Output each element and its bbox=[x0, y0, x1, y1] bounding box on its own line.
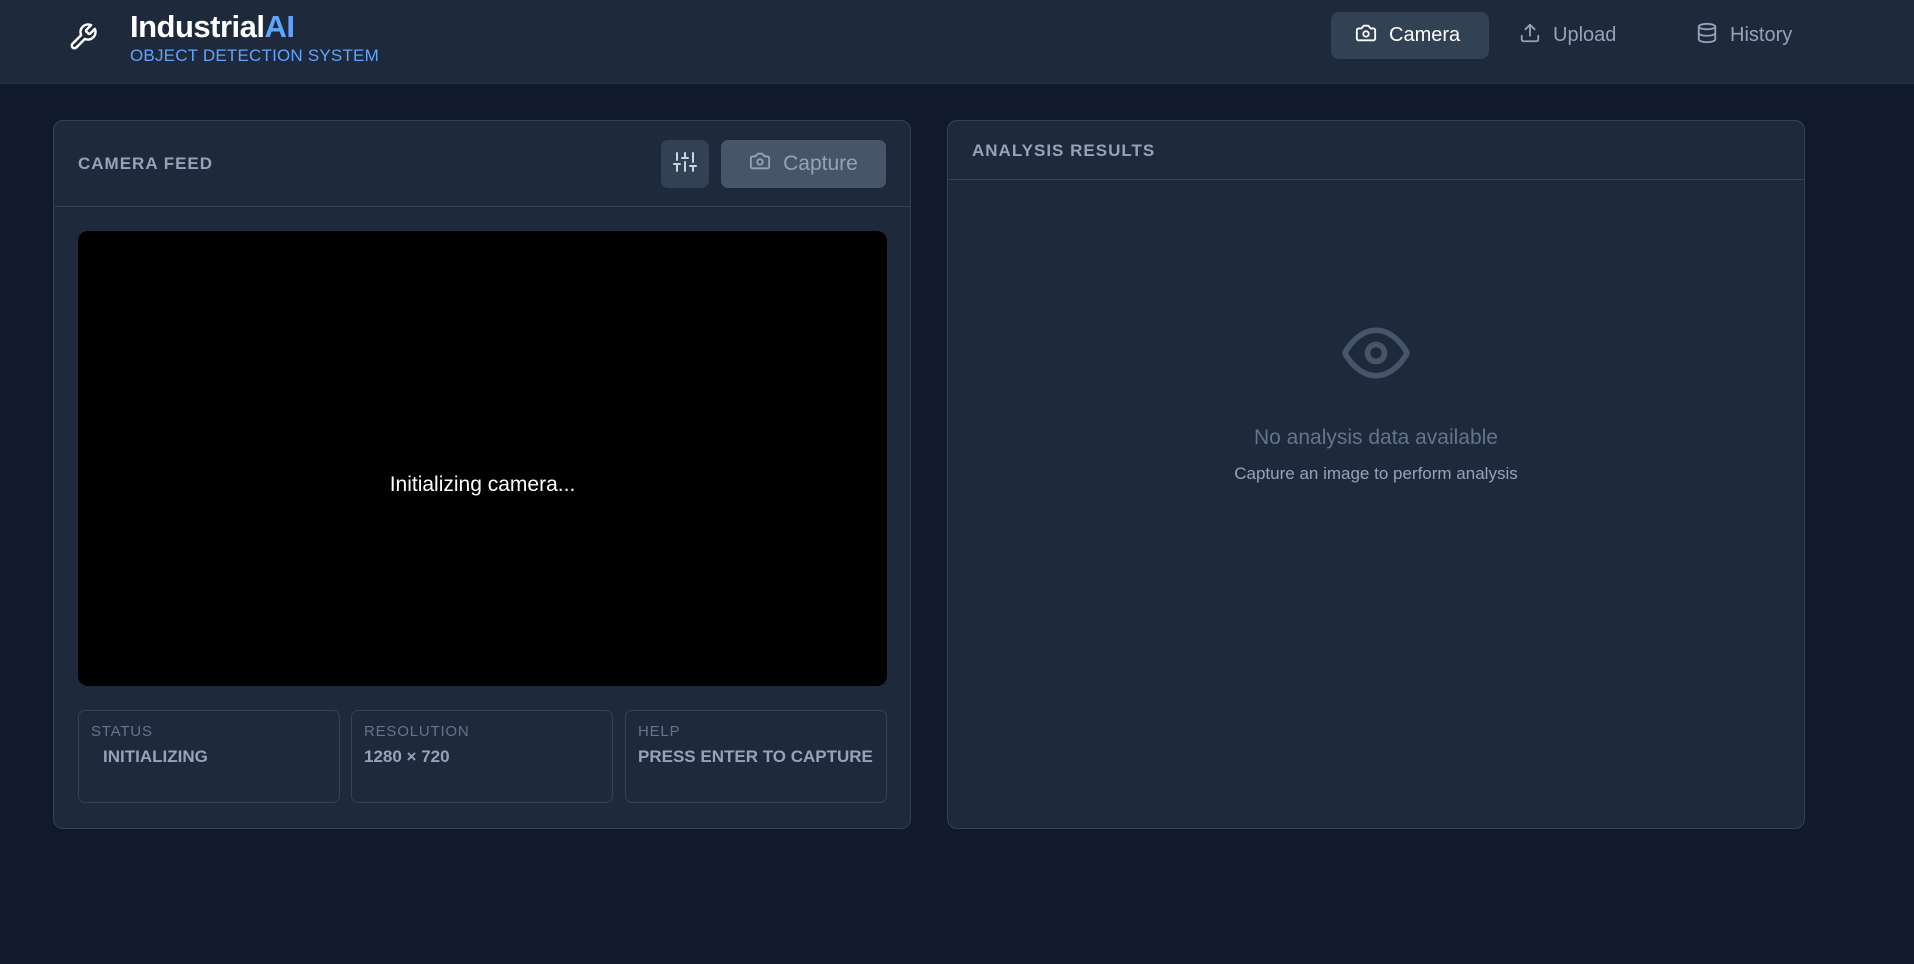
empty-state-subtitle: Capture an image to perform analysis bbox=[1234, 464, 1518, 483]
help-card: HELP PRESS ENTER TO CAPTURE bbox=[625, 710, 887, 803]
upload-icon bbox=[1519, 22, 1541, 50]
eye-icon bbox=[1342, 319, 1410, 392]
analysis-results-panel: ANALYSIS RESULTS No analysis data availa… bbox=[947, 120, 1805, 829]
camera-feed-title: CAMERA FEED bbox=[78, 154, 214, 173]
help-label: HELP bbox=[638, 723, 681, 740]
camera-icon bbox=[1355, 22, 1377, 50]
resolution-label: RESOLUTION bbox=[364, 723, 470, 740]
brand: IndustrialAI OBJECT DETECTION SYSTEM bbox=[130, 10, 379, 66]
wrench-icon bbox=[66, 20, 100, 54]
nav-camera-label: Camera bbox=[1389, 24, 1461, 46]
resolution-card: RESOLUTION 1280 × 720 bbox=[351, 710, 613, 803]
help-value: PRESS ENTER TO CAPTURE bbox=[638, 747, 873, 766]
status-label: STATUS bbox=[91, 723, 153, 740]
nav-camera-button[interactable]: Camera bbox=[1331, 12, 1489, 59]
status-value: INITIALIZING bbox=[103, 747, 208, 766]
brand-title: IndustrialAI bbox=[130, 9, 295, 44]
empty-state-title: No analysis data available bbox=[1254, 426, 1498, 449]
capture-button[interactable]: Capture bbox=[721, 140, 886, 188]
app-header: IndustrialAI OBJECT DETECTION SYSTEM Cam… bbox=[0, 0, 1914, 84]
camera-feed-panel: CAMERA FEED Capture Initializing camera.… bbox=[53, 120, 911, 829]
analysis-results-header: ANALYSIS RESULTS bbox=[948, 121, 1804, 180]
video-status-text: Initializing camera... bbox=[389, 472, 576, 496]
camera-feed-header: CAMERA FEED Capture bbox=[54, 121, 910, 207]
nav-history-button[interactable]: History bbox=[1672, 12, 1816, 59]
status-card: STATUS INITIALIZING bbox=[78, 710, 340, 803]
capture-label: Capture bbox=[783, 152, 858, 175]
empty-state: No analysis data available Capture an im… bbox=[948, 319, 1804, 484]
resolution-value: 1280 × 720 bbox=[364, 747, 450, 766]
camera-settings-button[interactable] bbox=[661, 140, 709, 188]
analysis-results-title: ANALYSIS RESULTS bbox=[972, 141, 1156, 160]
nav-upload-label: Upload bbox=[1553, 24, 1617, 46]
camera-icon bbox=[749, 150, 771, 178]
database-icon bbox=[1696, 22, 1718, 50]
video-feed: Initializing camera... bbox=[78, 231, 887, 686]
nav-upload-button[interactable]: Upload bbox=[1495, 12, 1640, 59]
brand-subtitle: OBJECT DETECTION SYSTEM bbox=[130, 46, 379, 65]
sliders-icon bbox=[673, 150, 697, 179]
nav-history-label: History bbox=[1730, 24, 1793, 46]
